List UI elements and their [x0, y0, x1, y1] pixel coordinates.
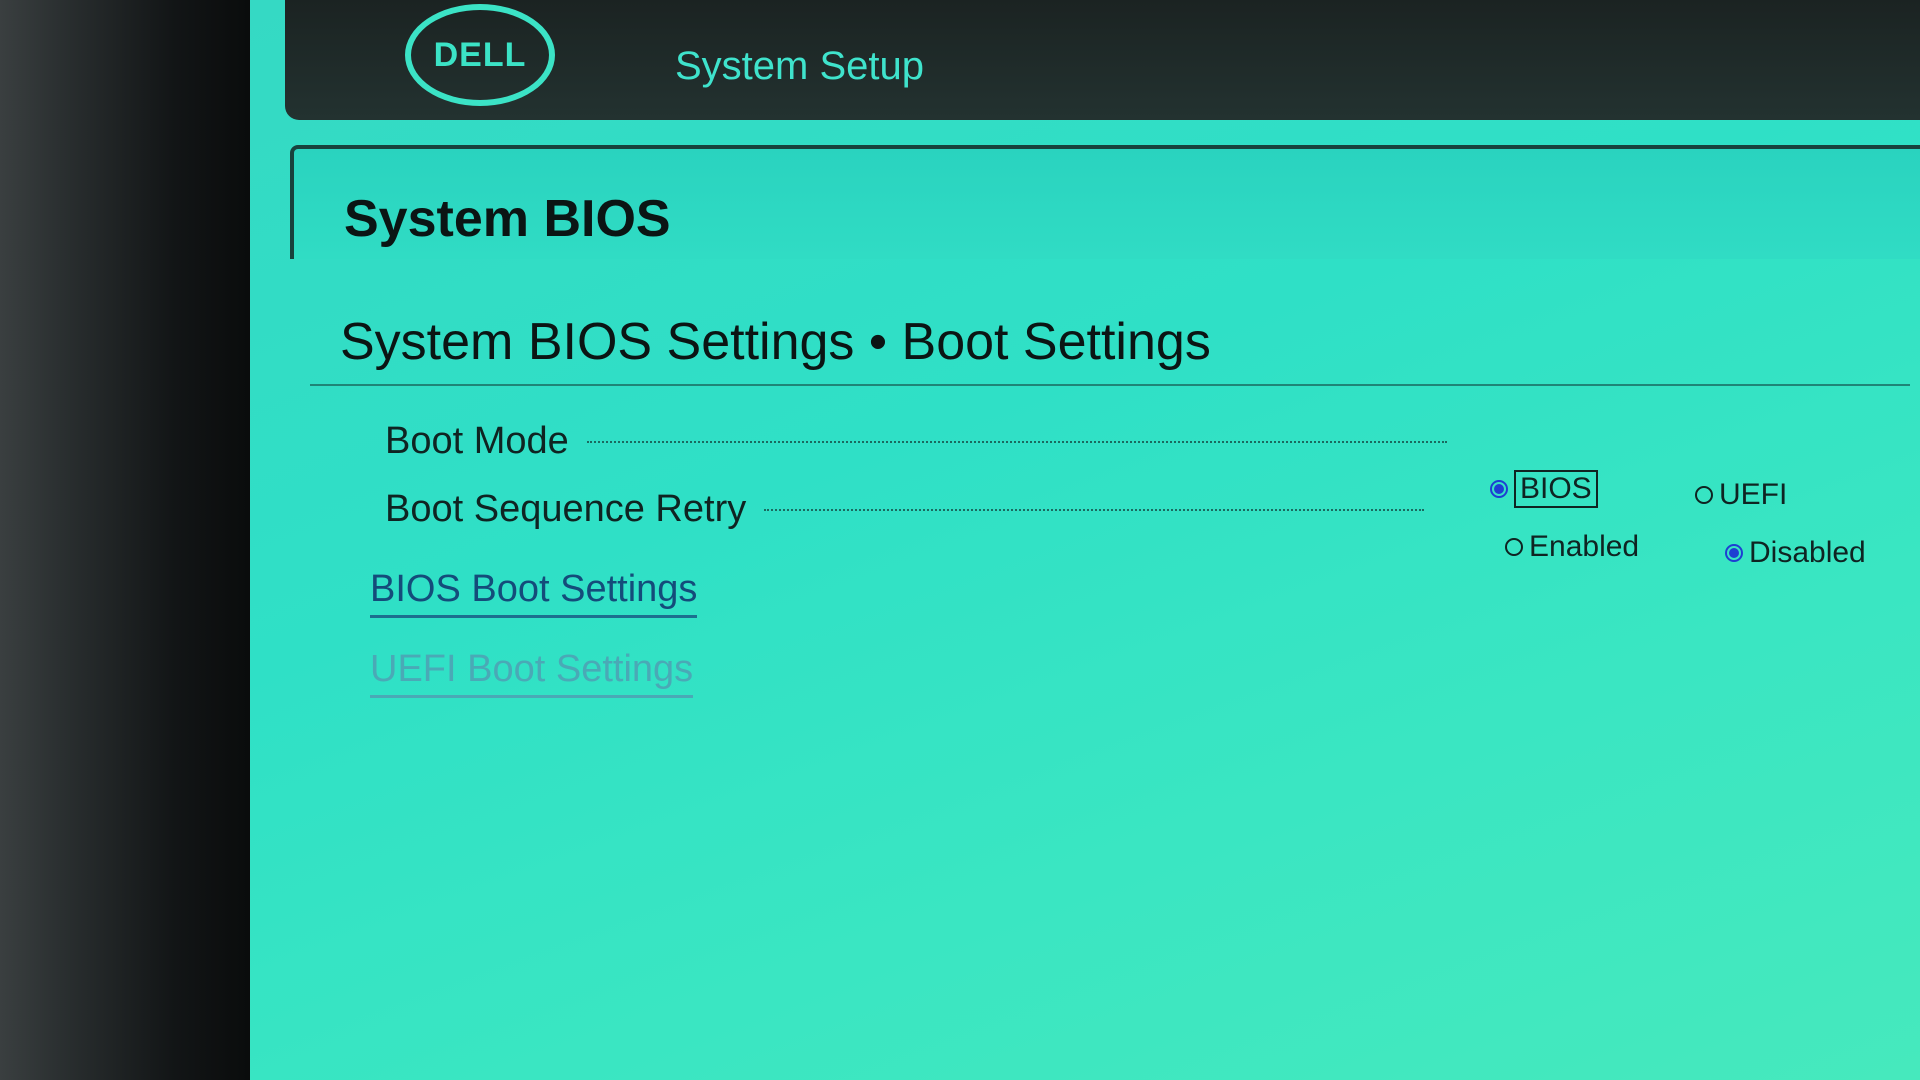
breadcrumb: System BIOS Settings • Boot Settings	[340, 313, 1211, 371]
link-bios-boot-settings[interactable]: BIOS Boot Settings	[370, 568, 698, 618]
radio-unselected-icon	[1505, 538, 1523, 556]
system-setup-header: DELL System Setup	[285, 0, 1920, 120]
radio-selected-icon	[1490, 480, 1508, 498]
radio-retry-disabled[interactable]: Disabled	[1725, 536, 1866, 570]
section-divider	[310, 384, 1910, 386]
setting-row-boot-mode: Boot Mode	[385, 420, 1447, 463]
radio-unselected-icon	[1695, 486, 1713, 504]
dotted-leader	[764, 508, 1425, 511]
bios-screen: DELL System Setup System BIOS System BIO…	[250, 0, 1920, 1080]
setting-label-boot-sequence-retry: Boot Sequence Retry	[385, 488, 747, 530]
monitor-bezel-left	[0, 0, 250, 1080]
option-label-enabled: Enabled	[1529, 530, 1640, 563]
option-label-uefi: UEFI	[1719, 478, 1788, 511]
dotted-leader	[586, 440, 1447, 443]
radio-retry-enabled[interactable]: Enabled	[1505, 530, 1639, 564]
panel-header: System BIOS	[290, 145, 1920, 259]
panel-title: System BIOS	[344, 190, 671, 248]
dell-logo: DELL	[405, 4, 555, 106]
radio-boot-mode-uefi[interactable]: UEFI	[1695, 478, 1787, 512]
setting-row-boot-sequence-retry: Boot Sequence Retry	[385, 488, 1425, 531]
option-label-bios: BIOS	[1514, 470, 1598, 508]
radio-boot-mode-bios[interactable]: BIOS	[1490, 470, 1598, 508]
setting-label-boot-mode: Boot Mode	[385, 420, 569, 462]
link-uefi-boot-settings[interactable]: UEFI Boot Settings	[370, 648, 694, 698]
app-title: System Setup	[675, 44, 925, 88]
dell-logo-text: DELL	[433, 35, 527, 74]
option-label-disabled: Disabled	[1749, 536, 1866, 569]
radio-selected-icon	[1725, 544, 1743, 562]
